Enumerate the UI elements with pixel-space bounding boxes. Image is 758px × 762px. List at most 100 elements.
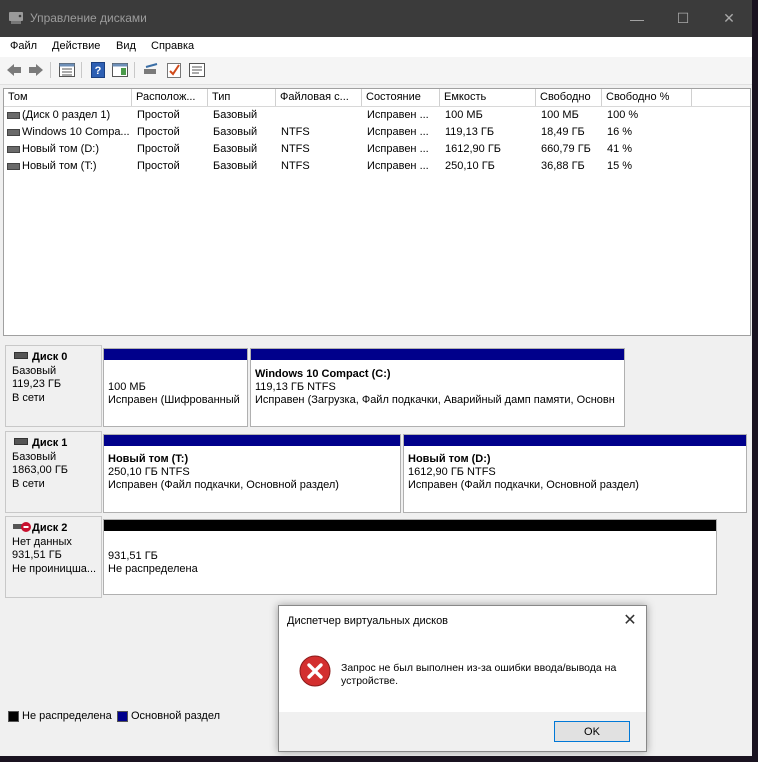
maximize-button[interactable]: ☐: [660, 0, 706, 37]
partition-size: 119,13 ГБ NTFS: [255, 381, 336, 393]
partition-disk0-system[interactable]: 100 МБ Исправен (Шифрованный: [103, 348, 248, 427]
disk-status: В сети: [12, 392, 45, 404]
disk-error-icon: [13, 522, 31, 532]
forward-button[interactable]: [27, 61, 45, 79]
connect-icon: [144, 63, 158, 74]
show-hide-tree-button[interactable]: [58, 61, 76, 79]
title-bar: Управление дисками — ☐ ✕: [0, 0, 752, 37]
column-header-capacity[interactable]: Емкость: [440, 89, 536, 106]
back-icon: [7, 64, 21, 76]
cell-status: Исправен ...: [367, 126, 429, 138]
disk-status: В сети: [12, 478, 45, 490]
cell-filesystem: NTFS: [281, 126, 310, 138]
cell-free-percent: 41 %: [607, 143, 633, 155]
table-row[interactable]: Windows 10 Compa... Простой Базовый NTFS…: [4, 124, 750, 141]
disk-management-app-icon: [9, 12, 23, 24]
cell-filesystem: [281, 107, 361, 124]
menu-file[interactable]: Файл: [10, 40, 37, 52]
help-button[interactable]: ?: [89, 61, 107, 79]
column-header-free-percent[interactable]: Свободно %: [602, 89, 692, 106]
toolbar-separator: [134, 62, 135, 78]
cell-capacity: 1612,90 ГБ: [445, 143, 501, 155]
menu-bar: Файл Действие Вид Справка: [0, 37, 752, 57]
back-button[interactable]: [5, 61, 23, 79]
table-row[interactable]: Новый том (T:) Простой Базовый NTFS Испр…: [4, 158, 750, 175]
partition-title: Новый том (T:): [108, 453, 189, 465]
disk-icon: [14, 438, 28, 445]
check-icon: [167, 63, 181, 78]
table-row[interactable]: (Диск 0 раздел 1) Простой Базовый Исправ…: [4, 107, 750, 124]
menu-view[interactable]: Вид: [116, 40, 136, 52]
error-dialog: Диспетчер виртуальных дисков ✕ Запрос не…: [278, 605, 647, 752]
partition-title: Новый том (D:): [408, 453, 491, 465]
partition-disk2-unallocated[interactable]: 931,51 ГБ Не распределена: [103, 519, 717, 595]
volume-icon: [7, 129, 20, 136]
legend-label-primary: Основной раздел: [131, 710, 220, 722]
cell-type: Базовый: [213, 143, 258, 155]
volume-list: Том Располож... Тип Файловая с... Состоя…: [3, 88, 751, 336]
cell-type: Базовый: [213, 160, 258, 172]
cell-type: Базовый: [213, 109, 258, 121]
check-button[interactable]: [165, 61, 183, 79]
cell-filesystem: NTFS: [281, 160, 310, 172]
menu-action[interactable]: Действие: [52, 40, 100, 52]
close-icon: ✕: [723, 10, 735, 26]
cell-layout: Простой: [137, 109, 180, 121]
partition-disk1-t[interactable]: Новый том (T:) 250,10 ГБ NTFS Исправен (…: [103, 434, 401, 513]
cell-filesystem: NTFS: [281, 143, 310, 155]
maximize-icon: ☐: [676, 10, 690, 26]
disk-size: 1863,00 ГБ: [12, 464, 68, 476]
settings-button[interactable]: [188, 61, 206, 79]
ok-button[interactable]: OK: [554, 721, 630, 742]
column-header-layout[interactable]: Располож...: [132, 89, 208, 106]
cell-layout: Простой: [137, 160, 180, 172]
close-button[interactable]: ✕: [706, 0, 752, 37]
partition-status: Исправен (Файл подкачки, Основной раздел…: [408, 479, 639, 491]
cell-free: 660,79 ГБ: [541, 143, 591, 155]
column-header-filesystem[interactable]: Файловая с...: [276, 89, 362, 106]
cell-layout: Простой: [137, 143, 180, 155]
cell-free-percent: 15 %: [607, 160, 633, 172]
column-header-free[interactable]: Свободно: [536, 89, 602, 106]
partition-bar-primary: [404, 435, 746, 446]
menu-help[interactable]: Справка: [151, 40, 194, 52]
partition-size: 931,51 ГБ: [108, 550, 158, 562]
volume-icon: [7, 163, 20, 170]
cell-free: 36,88 ГБ: [541, 160, 585, 172]
volume-icon: [7, 146, 20, 153]
column-header-volume[interactable]: Том: [4, 89, 132, 106]
svg-text:?: ?: [95, 65, 102, 77]
disk-size: 931,51 ГБ: [12, 549, 62, 561]
properties-icon: [59, 63, 75, 77]
list-header: Том Располож... Тип Файловая с... Состоя…: [4, 89, 750, 107]
close-icon: ✕: [623, 612, 637, 629]
cell-free-percent: 16 %: [607, 126, 633, 138]
partition-size: 100 МБ: [108, 381, 146, 393]
minimize-button[interactable]: —: [614, 0, 660, 37]
dialog-footer: OK: [279, 712, 646, 751]
partition-status: Исправен (Шифрованный: [108, 394, 240, 406]
disk-1-label[interactable]: Диск 1 Базовый 1863,00 ГБ В сети: [5, 431, 102, 513]
column-header-status[interactable]: Состояние: [362, 89, 440, 106]
legend-swatch-primary: [117, 711, 128, 722]
disk-2-label[interactable]: Диск 2 Нет данных 931,51 ГБ Не проиницша…: [5, 516, 102, 598]
dialog-close-button[interactable]: ✕: [619, 609, 641, 631]
forward-icon: [29, 64, 43, 76]
disk-name: Диск 1: [32, 437, 68, 449]
disk-status: Не проиницша...: [12, 563, 97, 575]
table-row[interactable]: Новый том (D:) Простой Базовый NTFS Испр…: [4, 141, 750, 158]
toolbar-separator: [81, 62, 82, 78]
legend-swatch-unallocated: [8, 711, 19, 722]
column-header-type[interactable]: Тип: [208, 89, 276, 106]
partition-bar-primary: [251, 349, 624, 360]
disk-type: Базовый: [12, 365, 57, 377]
disk-0-label[interactable]: Диск 0 Базовый 119,23 ГБ В сети: [5, 345, 102, 427]
cell-free-percent: 100 %: [607, 109, 639, 121]
connect-button[interactable]: [142, 61, 160, 79]
show-hide-action-pane-button[interactable]: [111, 61, 129, 79]
partition-disk1-d[interactable]: Новый том (D:) 1612,90 ГБ NTFS Исправен …: [403, 434, 747, 513]
legend-label-unallocated: Не распределена: [22, 710, 112, 722]
window-title: Управление дисками: [30, 11, 147, 25]
partition-disk0-c[interactable]: Windows 10 Compact (C:) 119,13 ГБ NTFS И…: [250, 348, 625, 427]
error-icon: [299, 655, 331, 687]
